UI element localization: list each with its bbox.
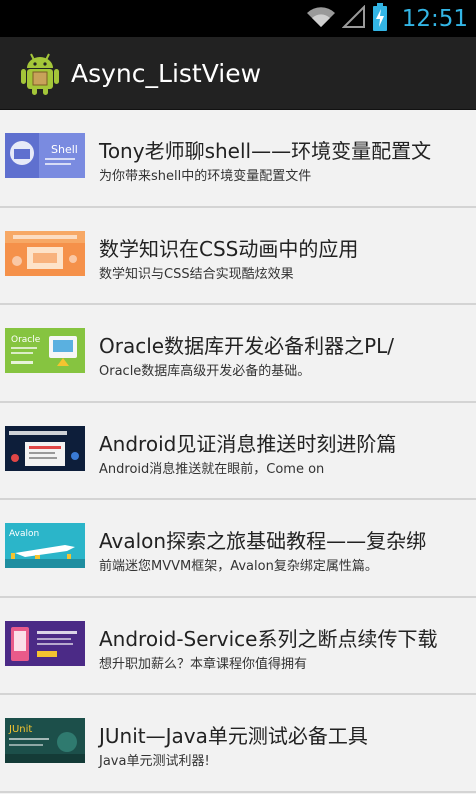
course-subtitle: Oracle数据库高级开发必备的基础。 bbox=[99, 364, 311, 379]
wifi-icon bbox=[306, 5, 336, 33]
course-title: Avalon探索之旅基础教程——复杂绑 bbox=[99, 529, 427, 553]
list-item[interactable]: Avalon Avalon探索之旅基础教程——复杂绑 前端迷您MVVM框架，Av… bbox=[0, 500, 476, 598]
action-bar: Async_ListView bbox=[0, 37, 476, 110]
course-subtitle: 为你带来shell中的环境变量配置文件 bbox=[99, 169, 312, 184]
course-title: Android-Service系列之断点续传下载 bbox=[99, 626, 438, 651]
course-title: Oracle数据库开发必备利器之PL/ bbox=[99, 334, 395, 358]
status-icons: 12:51 bbox=[306, 0, 468, 37]
course-subtitle: Java单元测试利器! bbox=[99, 754, 210, 769]
status-time: 12:51 bbox=[401, 5, 468, 32]
course-thumbnail: Oracle bbox=[5, 328, 85, 373]
course-thumbnail bbox=[5, 620, 85, 666]
course-thumbnail: Avalon bbox=[5, 523, 85, 568]
course-title: JUnit—Java单元测试必备工具 bbox=[99, 724, 368, 748]
list-item[interactable]: Shell Tony老师聊shell——环境变量配置文 为你带来shell中的环… bbox=[0, 110, 476, 208]
status-bar: 12:51 bbox=[0, 0, 476, 37]
list-item[interactable]: Oracle Oracle数据库开发必备利器之PL/ Oracle数据库高级开发… bbox=[0, 305, 476, 403]
course-subtitle: 前端迷您MVVM框架，Avalon复杂绑定属性篇。 bbox=[99, 559, 378, 574]
course-thumbnail bbox=[5, 425, 85, 471]
course-subtitle: Android消息推送就在眼前，Come on bbox=[99, 461, 325, 477]
thumbnail-text: Oracle bbox=[11, 335, 41, 345]
list-item[interactable]: JUnit JUnit—Java单元测试必备工具 Java单元测试利器! bbox=[0, 695, 476, 793]
app-title: Async_ListView bbox=[71, 58, 262, 88]
course-title: Android见证消息推送时刻进阶篇 bbox=[99, 431, 397, 456]
course-thumbnail: JUnit bbox=[5, 718, 85, 763]
course-title: Tony老师聊shell——环境变量配置文 bbox=[99, 139, 432, 163]
list-item[interactable]: Android见证消息推送时刻进阶篇 Android消息推送就在眼前，Come … bbox=[0, 402, 476, 500]
thumbnail-text: Shell bbox=[51, 143, 78, 156]
android-robot-icon[interactable] bbox=[20, 51, 60, 95]
list-item[interactable]: Android-Service系列之断点续传下载 想升职加薪么？本章课程你值得拥… bbox=[0, 597, 476, 695]
course-subtitle: 想升职加薪么？本章课程你值得拥有 bbox=[99, 656, 308, 672]
thumbnail-text: JUnit bbox=[8, 724, 32, 735]
course-subtitle: 数学知识与CSS结合实现酷炫效果 bbox=[99, 266, 294, 282]
course-thumbnail bbox=[5, 230, 85, 276]
signal-icon bbox=[341, 4, 366, 33]
thumbnail-text: Avalon bbox=[9, 529, 39, 539]
course-list[interactable]: Shell Tony老师聊shell——环境变量配置文 为你带来shell中的环… bbox=[0, 110, 476, 794]
course-title: 数学知识在CSS动画中的应用 bbox=[99, 236, 359, 261]
course-thumbnail: Shell bbox=[5, 133, 85, 178]
list-item[interactable]: 数学知识在CSS动画中的应用 数学知识与CSS结合实现酷炫效果 bbox=[0, 207, 476, 305]
battery-charging-icon bbox=[372, 2, 388, 35]
